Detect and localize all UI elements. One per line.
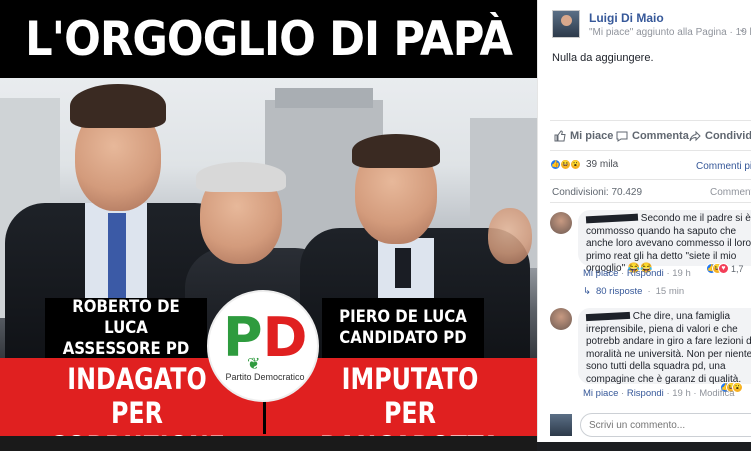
divider (550, 179, 751, 180)
divider (550, 120, 751, 121)
olive-branch-icon: ❦ (247, 356, 261, 373)
redacted-name (585, 311, 631, 322)
name-right-line1: PIERO DE LUCA (339, 307, 467, 327)
comment-reaction-count: 1,7 (731, 263, 744, 274)
shares-count[interactable]: Condivisioni: 70.429 (552, 187, 642, 198)
comments-sort-link[interactable]: Commenti più r (696, 161, 751, 172)
share-button-label: Condividi (705, 130, 751, 142)
comment-like-link[interactable]: Mi piace (583, 388, 618, 399)
name-left-line1: ROBERTO DE LUCA (72, 296, 180, 338)
comment-actions: Mi piace · Rispondi · 19 h (583, 268, 691, 279)
like-button-label: Mi piace (570, 130, 614, 142)
like-button[interactable]: Mi piace (554, 130, 613, 142)
name-box-roberto: ROBERTO DE LUCA ASSESSORE PD (45, 296, 207, 359)
redacted-name (585, 213, 639, 224)
divider (550, 150, 751, 151)
bottom-bar (537, 442, 751, 451)
comment-bubble: Secondo me il padre si è commosso quando… (578, 210, 751, 274)
chevron-down-icon[interactable]: ⌄ (738, 24, 746, 35)
divider (550, 202, 751, 203)
comment-like-link[interactable]: Mi piace (583, 268, 618, 279)
comment-input[interactable] (580, 413, 751, 437)
comment-text: Che dire, una famiglia irreprensibile, p… (586, 311, 751, 385)
commenter-avatar[interactable] (550, 212, 572, 234)
name-left-line2: ASSESSORE PD (62, 338, 190, 359)
comment-time: 19 h (672, 268, 691, 279)
comment-time: 19 h (672, 388, 691, 399)
comment-button[interactable]: Commenta (616, 130, 689, 142)
meme-title-bar: L'ORGOGLIO DI PAPÀ (0, 0, 537, 78)
comment-button-label: Commenta (632, 130, 689, 142)
comment-reply-link[interactable]: Rispondi (627, 268, 664, 279)
comment-icon (616, 131, 628, 142)
post-image[interactable]: L'ORGOGLIO DI PAPÀ ROBERTO DE LUCA ASSES… (0, 0, 537, 451)
love-reaction-icon: ♥ (718, 263, 729, 274)
comment-bubble: Che dire, una famiglia irreprensibile, p… (578, 308, 751, 385)
author-name[interactable]: Luigi Di Maio (589, 11, 664, 25)
replies-count: 80 risposte (595, 286, 643, 297)
share-icon (689, 130, 701, 142)
charge-right-line1: IMPUTATO (341, 362, 479, 396)
pd-logo-letters: PD (223, 308, 307, 368)
comment-reply-link[interactable]: Rispondi (627, 388, 664, 399)
name-right-line2: CANDIDATO PD (339, 328, 467, 348)
post-side-panel: Luigi Di Maio "Mi piace" aggiunto alla P… (537, 0, 751, 451)
share-button[interactable]: Condividi (689, 130, 751, 142)
reaction-count: 39 mila (586, 159, 619, 170)
post-text: Nulla da aggiungere. (552, 52, 654, 64)
comment-modified: Modifica (699, 388, 735, 399)
reply-arrow-icon: ↳ (583, 286, 591, 297)
post-meta: "Mi piace" aggiunto alla Pagina · 19 h · (589, 27, 751, 38)
pd-logo-d: D (262, 306, 308, 369)
pd-logo: PD ❦ Partito Democratico (207, 290, 319, 402)
comment-actions: Mi piace · Rispondi · 19 h · Modifica (583, 388, 735, 399)
thumbs-up-icon (554, 130, 566, 142)
current-user-avatar (550, 414, 572, 436)
view-replies-link[interactable]: ↳ 80 risposte · 15 min (583, 286, 684, 297)
wow-reaction-icon: 😮 (570, 159, 581, 170)
meme-bottom-strip (0, 436, 537, 451)
replies-time: 15 min (655, 286, 685, 297)
meme-title: L'ORGOGLIO DI PAPÀ (25, 11, 513, 67)
reaction-summary[interactable]: 👍 😆 😮 39 mila (550, 159, 618, 170)
name-box-piero: PIERO DE LUCA CANDIDATO PD (322, 298, 484, 358)
author-avatar[interactable] (552, 10, 580, 38)
commenter-avatar[interactable] (550, 308, 572, 330)
pd-logo-caption: Partito Democratico (225, 372, 305, 382)
comment-reactions[interactable]: 👍 😆 ♥ 1,7 (706, 263, 744, 274)
comments-label[interactable]: Commenti (710, 187, 751, 198)
